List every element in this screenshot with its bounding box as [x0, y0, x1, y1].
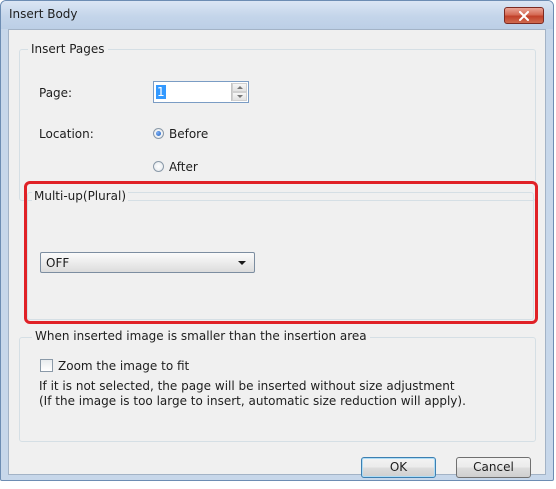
page-label: Page: [39, 86, 73, 100]
location-label: Location: [39, 127, 94, 141]
title-bar[interactable]: Insert Body [1, 1, 553, 29]
spinner-arrows [231, 83, 247, 101]
window-title: Insert Body [9, 7, 78, 21]
note-line-2: (If the image is too large to insert, au… [39, 394, 466, 408]
close-button[interactable] [504, 7, 544, 24]
smaller-image-legend: When inserted image is smaller than the … [32, 329, 370, 343]
multi-up-selected-value: OFF [46, 256, 70, 270]
insert-pages-legend: Insert Pages [28, 42, 108, 56]
cancel-button[interactable]: Cancel [456, 457, 531, 478]
after-radio[interactable] [153, 161, 164, 172]
before-radio[interactable] [153, 128, 164, 139]
note-line-1: If it is not selected, the page will be … [39, 379, 455, 393]
page-number-input[interactable]: 1 [156, 85, 166, 99]
page-number-spinner[interactable]: 1 [153, 81, 249, 103]
ok-button[interactable]: OK [361, 457, 436, 478]
multi-up-legend: Multi-up(Plural) [32, 189, 129, 203]
after-label[interactable]: After [169, 160, 198, 174]
zoom-to-fit-label[interactable]: Zoom the image to fit [58, 359, 189, 373]
spinner-up-button[interactable] [232, 83, 247, 92]
radio-selected-dot [156, 131, 161, 136]
dialog-window: Insert Body Insert Pages Page: 1 Locatio… [0, 0, 554, 481]
multi-up-select[interactable]: OFF [40, 252, 255, 273]
zoom-to-fit-checkbox[interactable] [40, 359, 53, 372]
before-label[interactable]: Before [169, 127, 208, 141]
close-icon [519, 11, 529, 21]
chevron-down-icon [238, 261, 246, 265]
insert-pages-group: Insert Pages [19, 42, 536, 201]
spinner-down-button[interactable] [232, 92, 247, 101]
dialog-client: Insert Pages Page: 1 Location: Before Af… [8, 29, 546, 478]
